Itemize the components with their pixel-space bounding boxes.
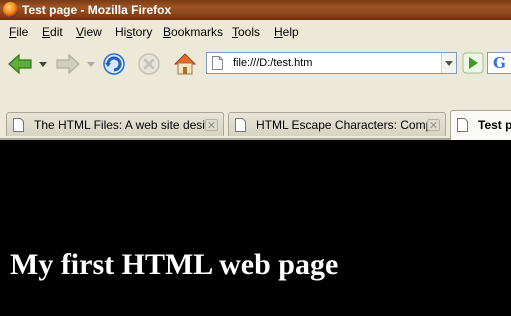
tab-html-escape[interactable]: HTML Escape Characters: Compl... bbox=[228, 112, 446, 136]
tab-test-page[interactable]: Test p bbox=[450, 110, 511, 140]
menu-edit-label: dit bbox=[50, 25, 63, 39]
firefox-logo-icon bbox=[3, 2, 18, 17]
page-heading: My first HTML web page bbox=[10, 248, 339, 281]
page-icon bbox=[235, 118, 246, 132]
page-icon bbox=[212, 56, 223, 70]
address-history-dropdown[interactable] bbox=[441, 53, 456, 73]
tab-close-icon[interactable] bbox=[427, 119, 440, 131]
search-box[interactable]: G bbox=[487, 52, 511, 74]
chevron-down-icon bbox=[39, 62, 47, 67]
chevron-down-icon bbox=[445, 61, 453, 66]
search-engine-icon: G bbox=[493, 54, 506, 72]
menu-bookmarks-accesskey: B bbox=[163, 25, 172, 39]
tab-test-page-label: Test p bbox=[478, 118, 511, 132]
title-bar[interactable]: Test page - Mozilla Firefox bbox=[0, 0, 511, 20]
tab-html-escape-label: HTML Escape Characters: Compl... bbox=[256, 118, 428, 132]
stop-button[interactable] bbox=[137, 52, 161, 76]
forward-arrow-icon bbox=[56, 53, 80, 75]
chevron-down-icon bbox=[87, 62, 95, 67]
menu-view-label: iew bbox=[83, 25, 102, 39]
window-title: Test page - Mozilla Firefox bbox=[22, 3, 172, 17]
menu-file-label: ile bbox=[16, 25, 29, 39]
menu-bookmarks[interactable]: Bookmarks bbox=[163, 25, 223, 39]
forward-button[interactable] bbox=[54, 52, 82, 76]
reload-button[interactable] bbox=[101, 51, 127, 77]
menu-history[interactable]: History bbox=[115, 25, 152, 39]
menu-history-label: tory bbox=[132, 25, 153, 39]
page-icon bbox=[13, 118, 24, 132]
menu-tools[interactable]: Tools bbox=[232, 25, 260, 39]
home-button[interactable] bbox=[172, 51, 198, 77]
tab-html-files-label: The HTML Files: A web site desig... bbox=[34, 118, 206, 132]
menu-edit-accesskey: E bbox=[42, 25, 51, 39]
page-content bbox=[0, 140, 511, 316]
back-arrow-icon bbox=[8, 53, 32, 75]
go-arrow-icon bbox=[462, 52, 484, 74]
go-button[interactable] bbox=[462, 52, 484, 74]
menu-help[interactable]: Help bbox=[274, 25, 299, 39]
forward-history-dropdown[interactable] bbox=[86, 60, 96, 68]
menu-history-prefix: Hi bbox=[115, 25, 127, 39]
menu-tools-label: ools bbox=[238, 25, 261, 39]
menu-help-label: elp bbox=[282, 25, 299, 39]
menu-edit[interactable]: Edit bbox=[42, 25, 63, 39]
page-icon bbox=[457, 118, 468, 132]
menu-bar: File Edit View History Bookmarks Tools H… bbox=[0, 20, 511, 44]
stop-icon bbox=[138, 53, 160, 75]
home-icon bbox=[173, 53, 197, 75]
tab-html-files[interactable]: The HTML Files: A web site desig... bbox=[6, 112, 224, 136]
address-bar[interactable]: file:///D:/test.htm bbox=[206, 52, 457, 74]
menu-file[interactable]: File bbox=[9, 25, 28, 39]
menu-view[interactable]: View bbox=[76, 25, 102, 39]
reload-icon bbox=[103, 53, 125, 75]
menu-bookmarks-label: ookmarks bbox=[171, 25, 224, 39]
tab-close-icon[interactable] bbox=[205, 119, 218, 131]
back-history-dropdown[interactable] bbox=[38, 60, 48, 68]
back-button[interactable] bbox=[6, 52, 34, 76]
menu-view-accesskey: V bbox=[76, 25, 84, 39]
address-url: file:///D:/test.htm bbox=[233, 57, 313, 69]
menu-help-accesskey: H bbox=[274, 25, 283, 39]
